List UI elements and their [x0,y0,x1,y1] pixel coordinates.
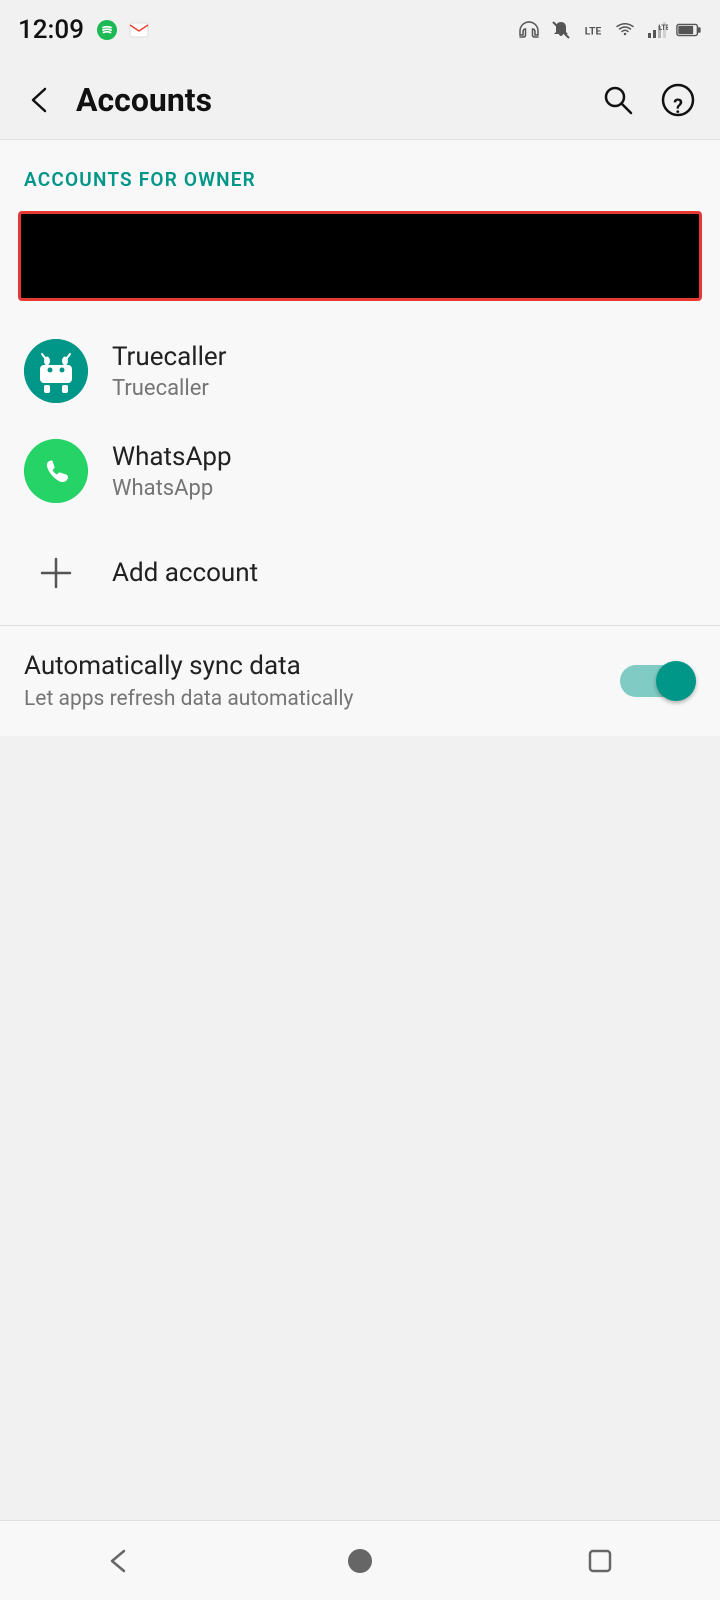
add-account-icon [24,541,88,605]
status-bar-right: LTE LTE [516,17,702,43]
sync-toggle[interactable] [620,661,696,701]
truecaller-name: Truecaller [112,342,227,372]
nav-recents-button[interactable] [560,1521,640,1600]
content-area: ACCOUNTS FOR OWNER Truecaller Truecaller [0,140,720,736]
sync-title: Automatically sync data [24,651,620,681]
signal-icon: LTE [644,17,670,43]
status-bar-left: 12:09 [18,15,152,45]
nav-home-button[interactable] [320,1521,400,1600]
svg-text:?: ? [673,94,683,118]
wifi-icon [612,17,638,43]
page-title: Accounts [64,81,592,119]
sync-section: Automatically sync data Let apps refresh… [0,626,720,736]
svg-text:LTE: LTE [585,26,602,37]
headphones-icon [516,17,542,43]
help-button[interactable]: ? [652,74,704,126]
battery-icon [676,17,702,43]
bottom-spacer [0,736,720,816]
search-button[interactable] [592,74,644,126]
nav-bar [0,1520,720,1600]
whatsapp-account-text: WhatsApp WhatsApp [112,442,232,501]
whatsapp-type: WhatsApp [112,476,232,501]
spotify-icon [94,17,120,43]
accounts-section-header: ACCOUNTS FOR OWNER [0,140,720,203]
whatsapp-avatar [24,439,88,503]
whatsapp-account-item[interactable]: WhatsApp WhatsApp [0,421,720,521]
svg-text:LTE: LTE [658,24,668,32]
mute-icon [548,17,574,43]
status-icons-left [94,17,152,43]
truecaller-type: Truecaller [112,376,227,401]
gmail-icon [126,17,152,43]
truecaller-account-item[interactable]: Truecaller Truecaller [0,321,720,421]
whatsapp-name: WhatsApp [112,442,232,472]
sync-text: Automatically sync data Let apps refresh… [24,651,620,711]
status-time: 12:09 [18,15,84,45]
lte-icon: LTE [580,17,606,43]
truecaller-account-text: Truecaller Truecaller [112,342,227,401]
back-button[interactable] [16,76,64,124]
add-account-item[interactable]: Add account [0,521,720,625]
sync-subtitle: Let apps refresh data automatically [24,687,620,711]
nav-back-button[interactable] [80,1521,160,1600]
truecaller-avatar [24,339,88,403]
status-bar: 12:09 [0,0,720,60]
accounts-header-text: ACCOUNTS FOR OWNER [24,168,256,191]
redacted-account [18,211,702,301]
toggle-thumb [656,661,696,701]
add-account-label: Add account [112,558,258,588]
app-bar: Accounts ? [0,60,720,140]
app-bar-actions: ? [592,74,704,126]
